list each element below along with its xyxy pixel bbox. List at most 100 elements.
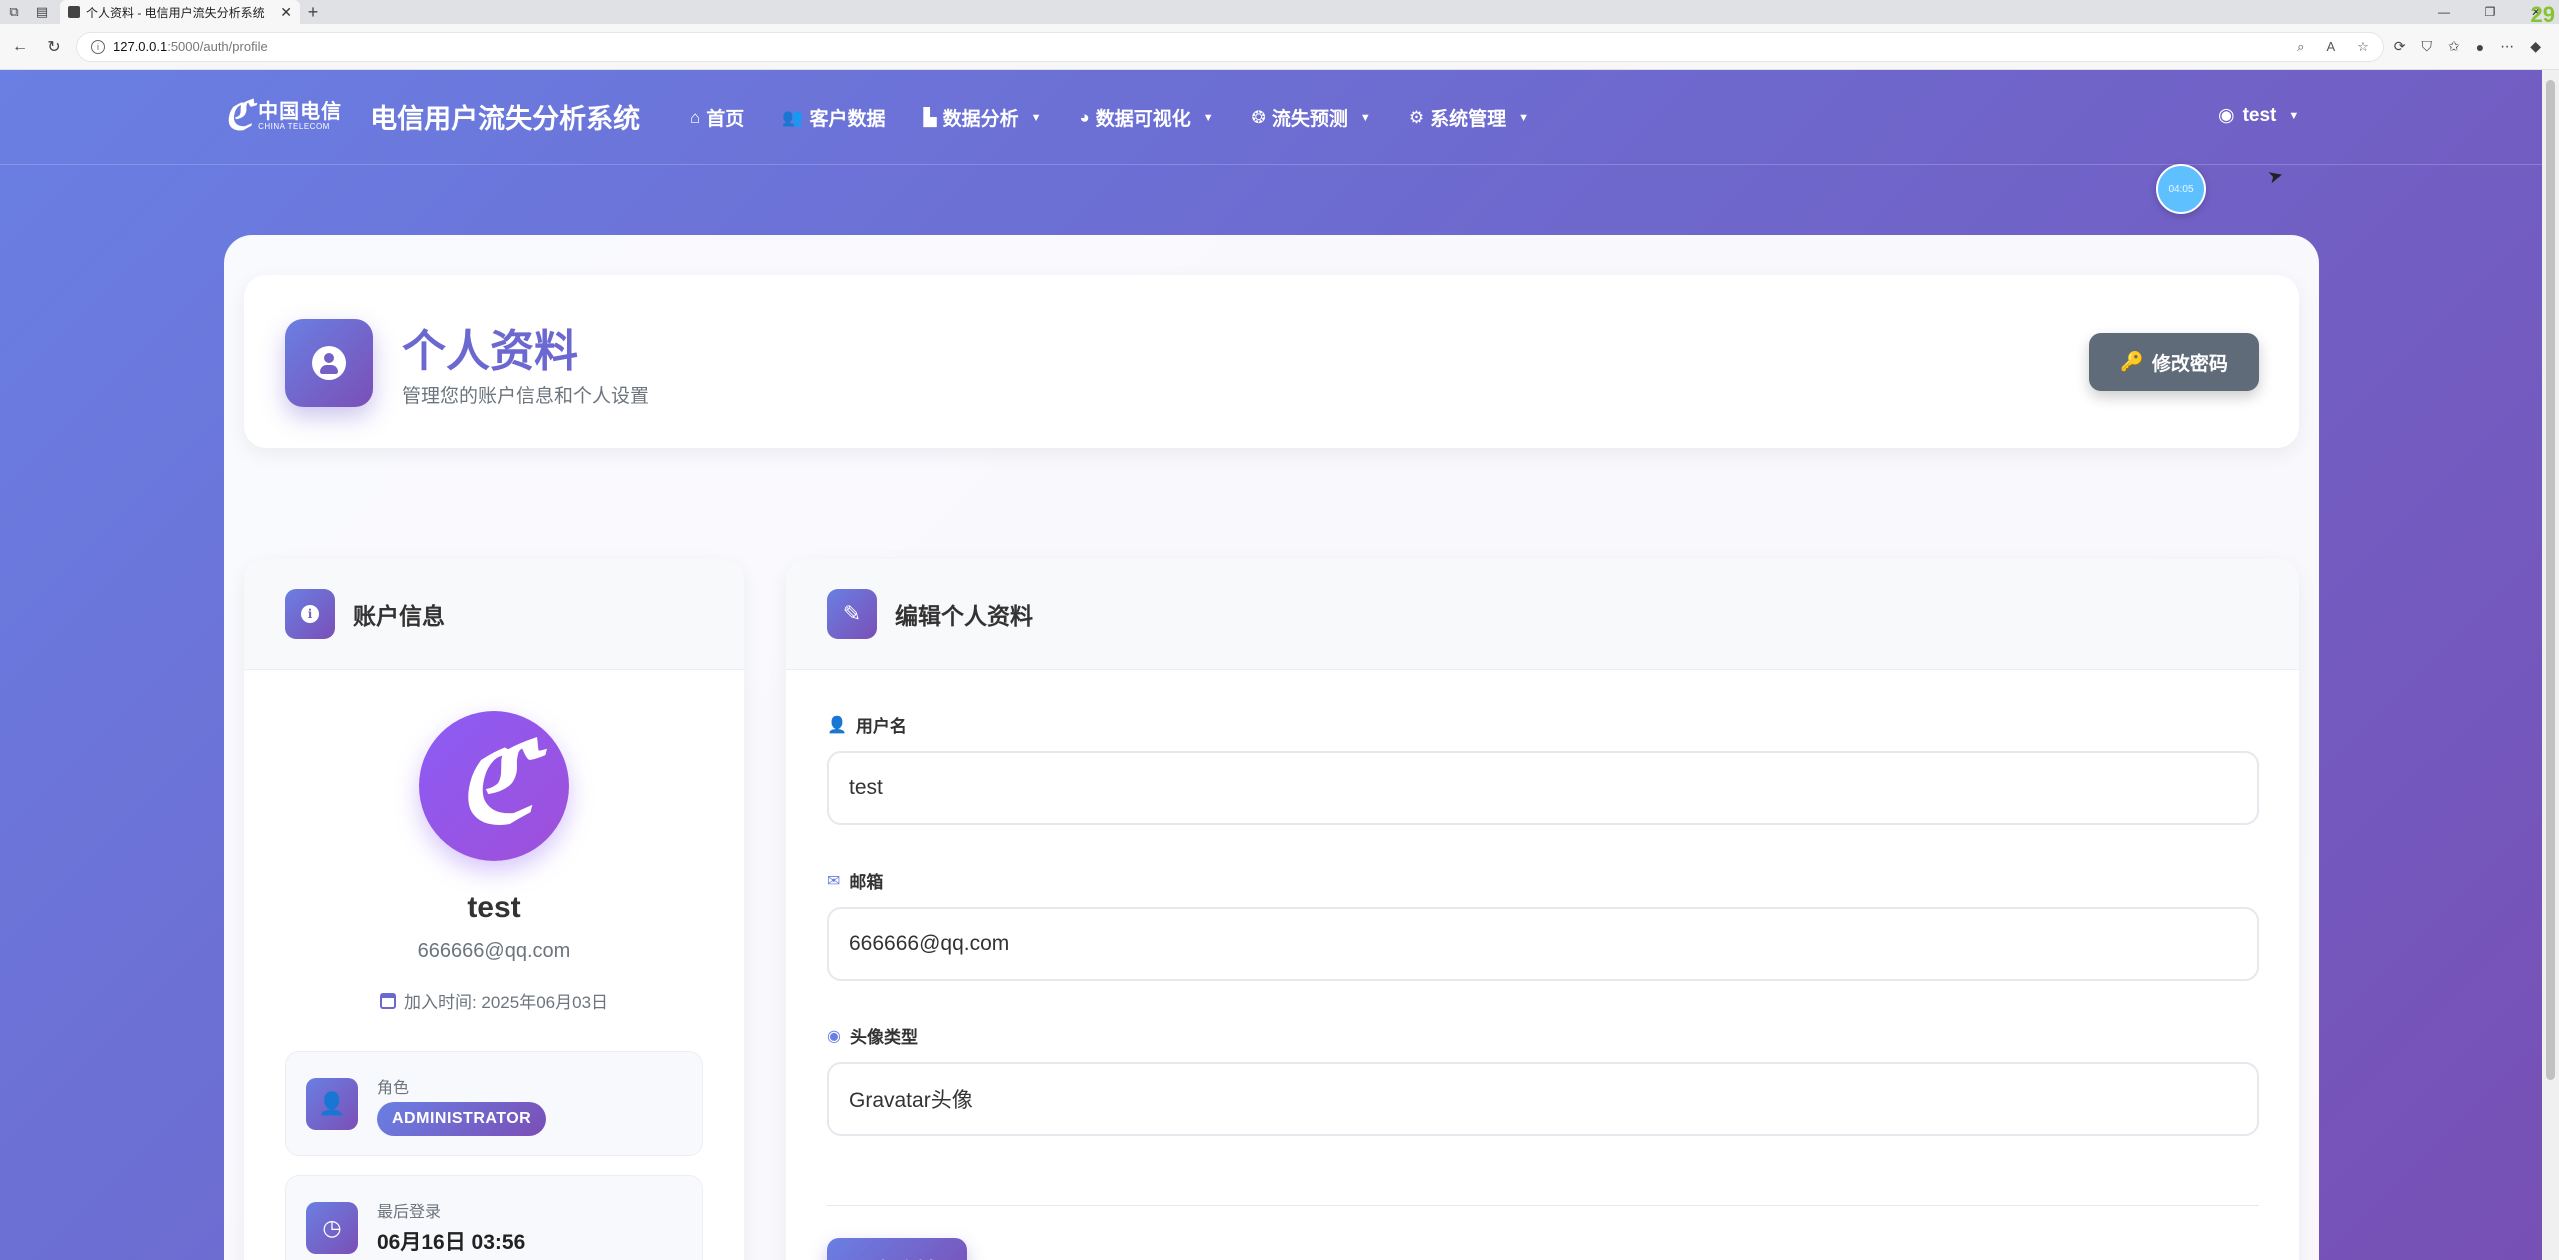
nav-system-admin-label: 系统管理 <box>1430 109 1507 130</box>
telecom-logo-icon: ℭ <box>224 92 253 139</box>
user-circle-icon: ◉ <box>827 1027 841 1045</box>
china-telecom-logo: ℭ 中国电信 CHINA TELECOM <box>224 96 342 136</box>
shield-icon[interactable]: ⛉ <box>2422 38 2433 55</box>
info-icon: i <box>285 589 335 639</box>
refresh-icon[interactable]: ↻ <box>42 35 66 59</box>
nav-home[interactable]: ⌂ 首页 <box>690 104 744 131</box>
read-aloud-icon[interactable]: A <box>2326 39 2335 54</box>
nav-system-admin[interactable]: ⚙ 系统管理 ▼ <box>1409 104 1529 131</box>
close-tab-icon[interactable]: ✕ <box>280 4 292 21</box>
workspaces-icon[interactable]: ⧉ <box>0 0 28 24</box>
key-icon: 🔑 <box>2120 352 2144 373</box>
chevron-down-icon: ▼ <box>2288 109 2300 122</box>
gear-icon: ⚙ <box>1408 107 1425 127</box>
telecom-avatar-icon: ℭ <box>455 718 533 847</box>
username-label-text: 用户名 <box>855 717 907 736</box>
email-field-group: ✉ 邮箱 <box>827 868 2259 981</box>
edit-profile-title: 编辑个人资料 <box>895 603 1033 629</box>
account-email: 666666@qq.com <box>417 940 571 962</box>
top-navbar: ℭ 中国电信 CHINA TELECOM 电信用户流失分析系统 ⌂ 首页 👥 客… <box>0 70 2542 165</box>
role-box: 👤 角色 ADMINISTRATOR <box>285 1051 703 1156</box>
edit-profile-header: ✎ 编辑个人资料 <box>786 559 2299 670</box>
chart-pie-icon: ◕ <box>1079 107 1090 127</box>
logo-cn-text: 中国电信 <box>258 100 343 123</box>
site-info-icon[interactable]: i <box>91 39 105 54</box>
scrollbar-thumb[interactable] <box>2546 80 2555 1080</box>
chevron-down-icon: ▼ <box>1518 111 1529 124</box>
email-label: ✉ 邮箱 <box>827 868 2259 893</box>
account-username: test <box>467 891 521 924</box>
browser-toolbar: ⟳ ⛉ ✩ ● ⋯ ◆ <box>2394 38 2541 55</box>
update-profile-button[interactable]: 更新资料 <box>827 1238 967 1260</box>
tab-title: 个人资料 - 电信用户流失分析系统 <box>86 5 265 20</box>
main-container: 个人资料 管理您的账户信息和个人设置 🔑 修改密码 i 账户信息 ℭ test … <box>224 235 2319 1260</box>
avatar-type-select[interactable]: Gravatar头像 <box>827 1062 2259 1136</box>
minimize-button[interactable]: — <box>2421 0 2467 24</box>
zoom-icon[interactable]: ⌕ <box>2297 39 2304 55</box>
user-profile-icon <box>285 319 373 407</box>
more-menu-icon[interactable]: ⋯ <box>2500 38 2514 55</box>
avatar: ℭ <box>419 711 569 861</box>
tab-actions-icon[interactable]: ▤ <box>28 0 56 24</box>
email-label-text: 邮箱 <box>849 873 884 892</box>
user-circle-icon: ◉ <box>2218 105 2235 126</box>
avatar-type-label: ◉ 头像类型 <box>827 1023 2259 1048</box>
nav-churn-prediction[interactable]: ❂ 流失预测 ▼ <box>1252 104 1371 131</box>
chart-bar-icon: ▙ <box>923 107 937 127</box>
avatar-type-label-text: 头像类型 <box>849 1028 918 1047</box>
restore-button[interactable]: ❐ <box>2467 0 2513 24</box>
brand[interactable]: ℭ 中国电信 CHINA TELECOM 电信用户流失分析系统 <box>224 96 640 136</box>
user-icon: 👤 <box>827 716 847 734</box>
avatar-type-field-group: ◉ 头像类型 Gravatar头像 <box>827 1023 2259 1136</box>
floating-timer[interactable]: 04:05 <box>2156 164 2206 214</box>
page-background: ℭ 中国电信 CHINA TELECOM 电信用户流失分析系统 ⌂ 首页 👥 客… <box>0 70 2542 1260</box>
user-dropdown[interactable]: ◉ test ▼ <box>2218 104 2299 127</box>
user-shield-icon: 👤 <box>306 1078 358 1130</box>
edit-profile-card: ✎ 编辑个人资料 👤 用户名 ✉ 邮箱 ◉ 头 <box>786 559 2299 1260</box>
username-input[interactable] <box>827 751 2259 825</box>
role-badge: ADMINISTRATOR <box>377 1102 547 1136</box>
logo-en-text: CHINA TELECOM <box>258 121 330 131</box>
email-input[interactable] <box>827 907 2259 981</box>
extensions-icon[interactable]: ⟳ <box>2394 38 2406 55</box>
main-menu: ⌂ 首页 👥 客户数据 ▙ 数据分析 ▼ ◕ 数据可视化 ▼ ❂ 流失预测 ▼ <box>690 104 1529 131</box>
edit-icon: ✎ <box>827 589 877 639</box>
page-scrollbar[interactable] <box>2542 70 2559 1260</box>
page-subtitle: 管理您的账户信息和个人设置 <box>402 386 650 407</box>
copilot-icon[interactable]: ◆ <box>2530 38 2541 55</box>
change-password-label: 修改密码 <box>2151 353 2228 375</box>
chevron-down-icon: ▼ <box>1202 111 1214 124</box>
favorite-star-icon[interactable]: ☆ <box>2357 39 2369 55</box>
nav-data-analysis-label: 数据分析 <box>942 109 1019 130</box>
browser-tab-active[interactable]: 个人资料 - 电信用户流失分析系统 ✕ <box>60 0 300 24</box>
chevron-down-icon: ▼ <box>1030 111 1042 124</box>
envelope-icon: ✉ <box>827 872 841 890</box>
favicon-icon <box>68 6 80 18</box>
nav-customer-data[interactable]: 👥 客户数据 <box>782 104 885 131</box>
url-field[interactable]: i 127.0.0.1:5000/auth/profile ⌕ A ☆ <box>76 31 2384 62</box>
users-icon: 👥 <box>782 107 804 127</box>
favorites-icon[interactable]: ✩ <box>2448 38 2460 55</box>
nav-visualization-label: 数据可视化 <box>1095 109 1191 130</box>
chevron-down-icon: ▼ <box>1359 111 1371 124</box>
brain-icon: ❂ <box>1251 107 1266 127</box>
nav-data-analysis[interactable]: ▙ 数据分析 ▼ <box>923 104 1041 131</box>
last-login-box: ◷ 最后登录 06月16日 03:56 <box>285 1175 703 1260</box>
home-icon: ⌂ <box>690 107 701 127</box>
clock-icon: ◷ <box>306 1202 358 1254</box>
account-info-card: i 账户信息 ℭ test 666666@qq.com 加入时间: 2025年0… <box>244 559 744 1260</box>
nav-churn-prediction-label: 流失预测 <box>1271 109 1348 130</box>
brand-title: 电信用户流失分析系统 <box>370 103 641 134</box>
back-icon[interactable]: ← <box>8 35 32 59</box>
browser-tab-bar: ⧉ ▤ 个人资料 - 电信用户流失分析系统 ✕ + — ❐ ✕ <box>0 0 2559 24</box>
change-password-button[interactable]: 🔑 修改密码 <box>2089 333 2259 391</box>
username-field-group: 👤 用户名 <box>827 712 2259 825</box>
new-tab-button[interactable]: + <box>300 0 326 24</box>
calendar-icon <box>379 992 396 1009</box>
nav-visualization[interactable]: ◕ 数据可视化 ▼ <box>1079 104 1213 131</box>
page-title: 个人资料 <box>402 327 578 376</box>
user-name: test <box>2242 104 2277 126</box>
join-date-text: 加入时间: 2025年06月03日 <box>403 993 609 1012</box>
account-info-header: i 账户信息 <box>244 559 744 670</box>
extension-cat-icon[interactable]: ● <box>2476 39 2484 55</box>
